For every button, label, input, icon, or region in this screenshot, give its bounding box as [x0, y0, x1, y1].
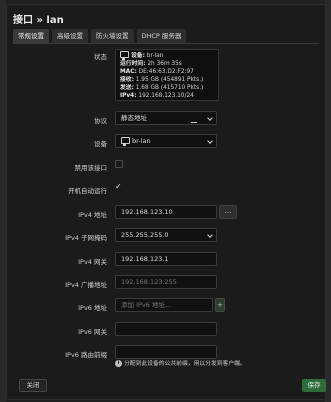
tab-general[interactable]: 常规设置 — [13, 29, 49, 43]
ipv4-broadcast-label: IPv4 广播地址 — [65, 281, 107, 289]
info-icon: i — [115, 360, 122, 367]
ipv6-address-label: IPv6 地址 — [78, 304, 107, 312]
status-tx: 发送: 1.68 GB (415710 Pkts.) — [120, 85, 204, 91]
ipv6-add-button[interactable]: + — [215, 298, 225, 312]
ipv4-broadcast-input[interactable]: 192.168.123.255 — [115, 275, 217, 289]
status-mac: MAC: DE:46:63:D2:F2:97 — [120, 69, 194, 75]
autostart-checkbox[interactable]: ✓ — [115, 183, 123, 191]
tab-advanced[interactable]: 高级设置 — [52, 29, 88, 43]
protocol-cursor-mark — [191, 122, 197, 123]
network-device-icon — [121, 136, 130, 146]
ipv4-gateway-label: IPv4 网关 — [78, 258, 107, 266]
ipv4-netmask-select[interactable]: 255.255.255.0 — [115, 228, 217, 242]
tab-dhcp[interactable]: DHCP 服务器 — [136, 29, 187, 43]
disable-label: 禁用该接口 — [74, 164, 108, 172]
device-label: 设备 — [94, 140, 107, 148]
save-button[interactable]: 保存 — [302, 379, 326, 392]
status-ipv4: IPv4: 192.168.123.10/24 — [120, 93, 194, 99]
ipv4-netmask-label: IPv4 子网掩码 — [65, 234, 107, 242]
ipv4-gateway-input[interactable]: 192.168.123.1 — [115, 252, 217, 266]
status-label: 状态 — [94, 53, 107, 61]
status-rx: 接收: 1.95 GB (454891 Pkts.) — [120, 77, 204, 83]
device-select[interactable]: br-lan — [115, 134, 217, 148]
tab-firewall[interactable]: 防火墙设置 — [91, 29, 134, 43]
ipv6-gateway-input[interactable] — [115, 322, 217, 336]
autostart-label: 开机自动运行 — [68, 187, 107, 195]
tab-bar: 常规设置 高级设置 防火墙设置 DHCP 服务器 — [13, 29, 187, 43]
protocol-label: 协议 — [94, 117, 107, 125]
tab-divider — [13, 43, 319, 44]
dialog-title: 接口 » lan — [13, 15, 64, 26]
ipv6-prefix-label: IPv6 路由前缀 — [65, 351, 107, 359]
ipv6-address-input[interactable]: 添加 IPv6 地址... — [115, 298, 213, 312]
status-panel: 设备: br-lan 运行时间: 2h 36m 35s MAC: DE:46:6… — [115, 49, 219, 101]
ipv6-prefix-hint: i 分配到此设备的公共前缀，用以分发到客户端。 — [115, 358, 246, 367]
ipv6-gateway-label: IPv6 网关 — [78, 328, 107, 336]
network-device-icon — [120, 51, 129, 60]
status-uptime: 运行时间: 2h 36m 35s — [120, 61, 182, 67]
ipv6-prefix-input[interactable] — [115, 345, 217, 359]
ipv4-address-label: IPv4 地址 — [78, 211, 107, 219]
interface-dialog: 接口 » lan 常规设置 高级设置 防火墙设置 DHCP 服务器 状态 设备:… — [6, 4, 326, 400]
status-device: 设备: br-lan — [120, 51, 214, 60]
disable-checkbox[interactable] — [115, 160, 123, 168]
protocol-select[interactable]: 静态地址 — [115, 111, 217, 125]
ipv4-address-more-button[interactable]: ... — [219, 205, 237, 219]
ipv4-address-input[interactable]: 192.168.123.10 — [115, 205, 217, 219]
close-button[interactable]: 关闭 — [19, 379, 47, 392]
